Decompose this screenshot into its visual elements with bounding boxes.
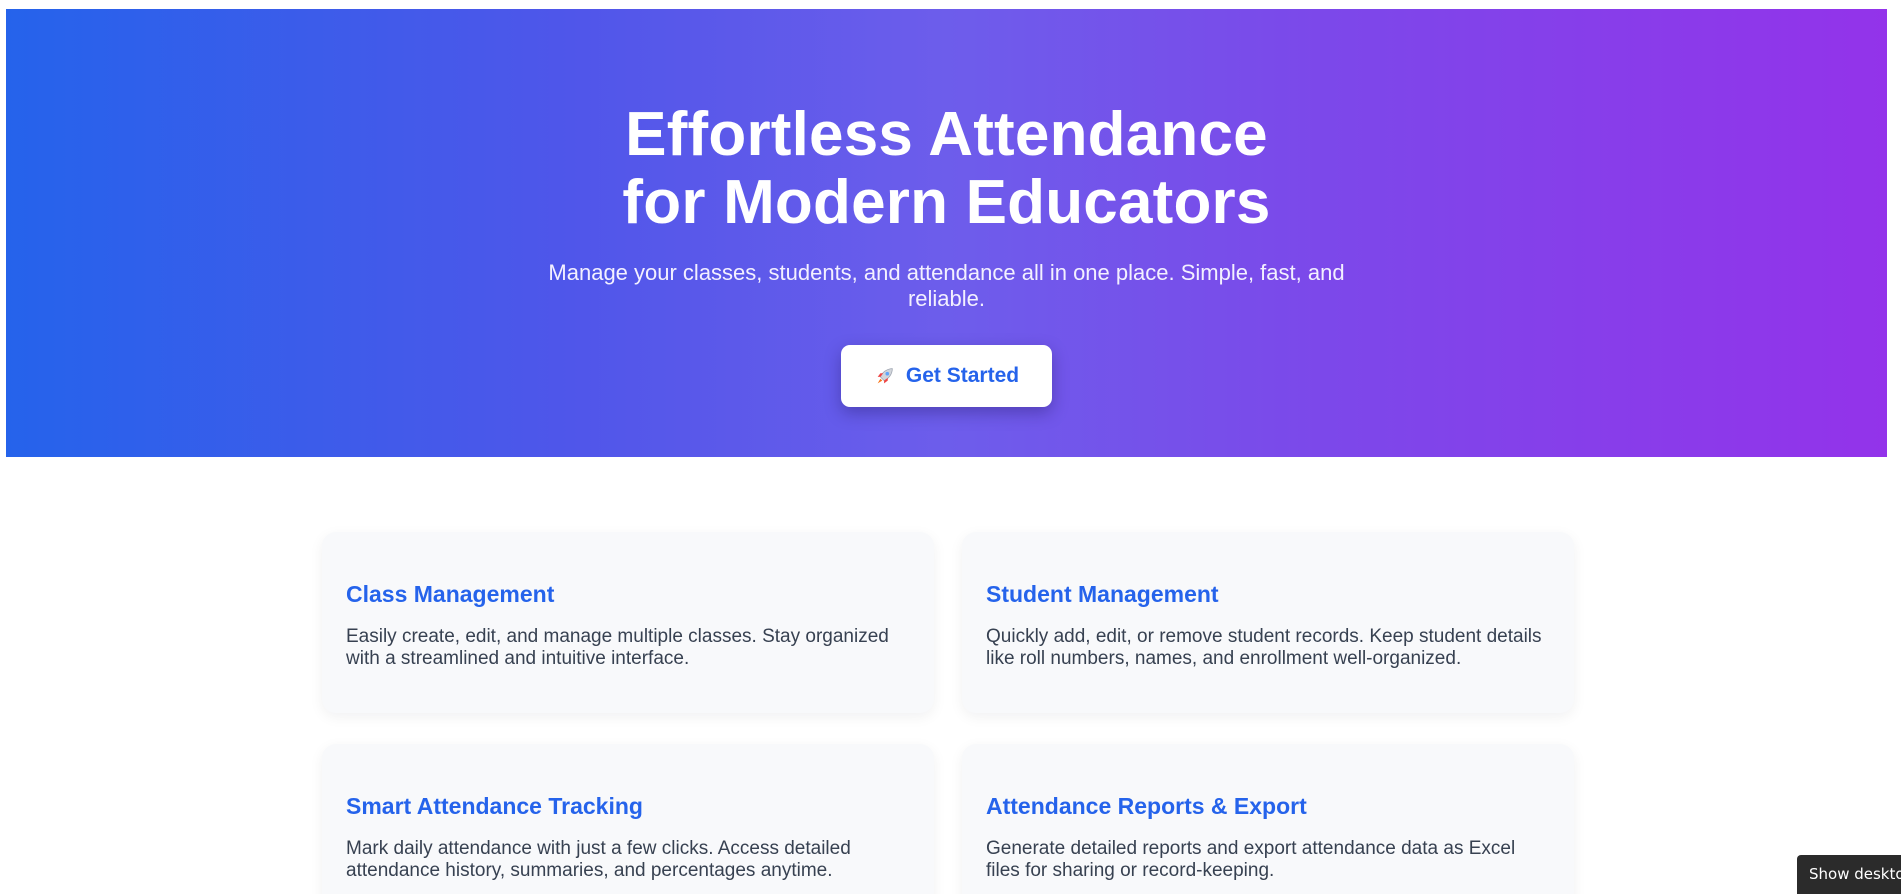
feature-title: Smart Attendance Tracking xyxy=(346,793,643,819)
rocket-icon xyxy=(874,365,896,387)
hero-title-line-2: for Modern Educators xyxy=(622,168,1271,237)
hero-title-line-1: Effortless Attendance xyxy=(625,100,1268,169)
feature-description: Easily create, edit, and manage multiple… xyxy=(346,626,889,669)
hero-subtitle: Manage your classes, students, and atten… xyxy=(548,260,1345,311)
feature-card-reports-export: Attendance Reports & Export Generate det… xyxy=(962,744,1574,894)
hero-title: Effortless Attendance for Modern Educato… xyxy=(6,101,1887,237)
feature-title: Attendance Reports & Export xyxy=(986,793,1307,819)
feature-title: Class Management xyxy=(346,581,555,607)
hero-section: Effortless Attendance for Modern Educato… xyxy=(6,9,1887,457)
feature-title: Student Management xyxy=(986,581,1219,607)
show-desktop-tooltip: Show desktop xyxy=(1797,855,1901,894)
get-started-label: Get Started xyxy=(905,364,1020,387)
feature-card-class-management: Class Management Easily create, edit, an… xyxy=(322,532,934,713)
get-started-button[interactable]: Get Started xyxy=(841,345,1052,407)
feature-description: Mark daily attendance with just a few cl… xyxy=(346,838,851,881)
feature-description: Generate detailed reports and export att… xyxy=(986,838,1516,881)
feature-card-student-management: Student Management Quickly add, edit, or… xyxy=(962,532,1574,713)
feature-card-attendance-tracking: Smart Attendance Tracking Mark daily att… xyxy=(322,744,934,894)
landing-page: Effortless Attendance for Modern Educato… xyxy=(0,0,1901,894)
feature-description: Quickly add, edit, or remove student rec… xyxy=(986,626,1542,669)
